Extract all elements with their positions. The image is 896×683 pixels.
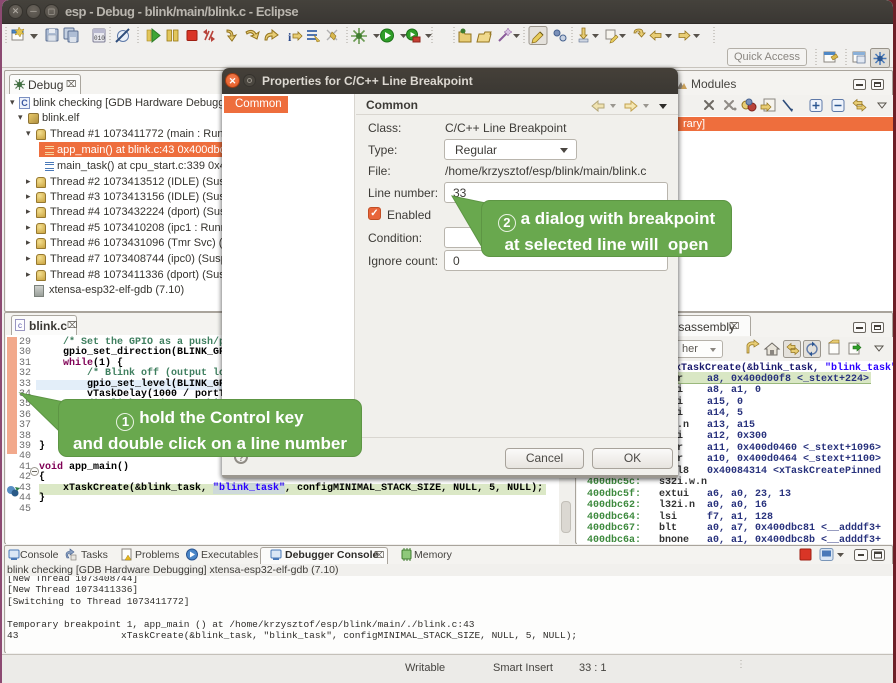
svg-text:010: 010 — [94, 35, 105, 42]
svg-text:i: i — [288, 30, 292, 44]
